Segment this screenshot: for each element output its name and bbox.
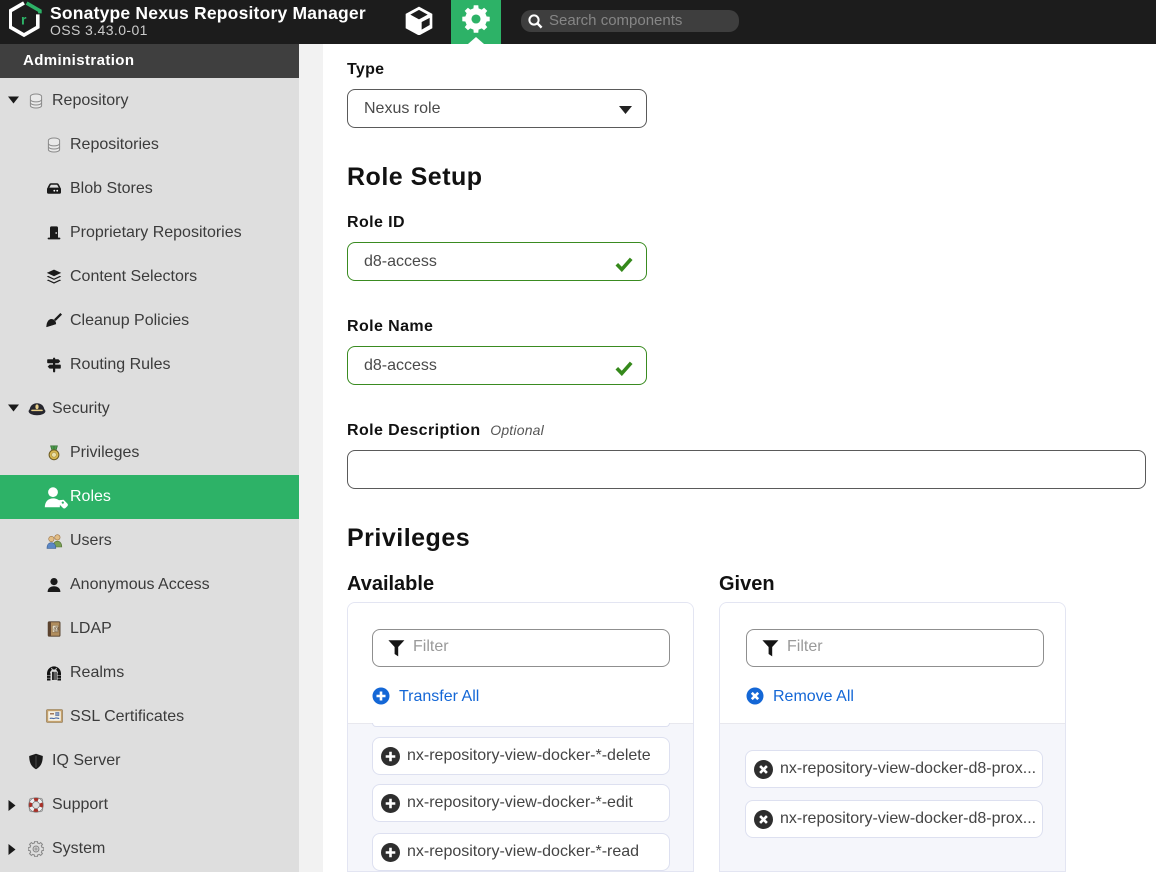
- svg-text:r: r: [21, 12, 27, 28]
- svg-text:@: @: [53, 626, 59, 633]
